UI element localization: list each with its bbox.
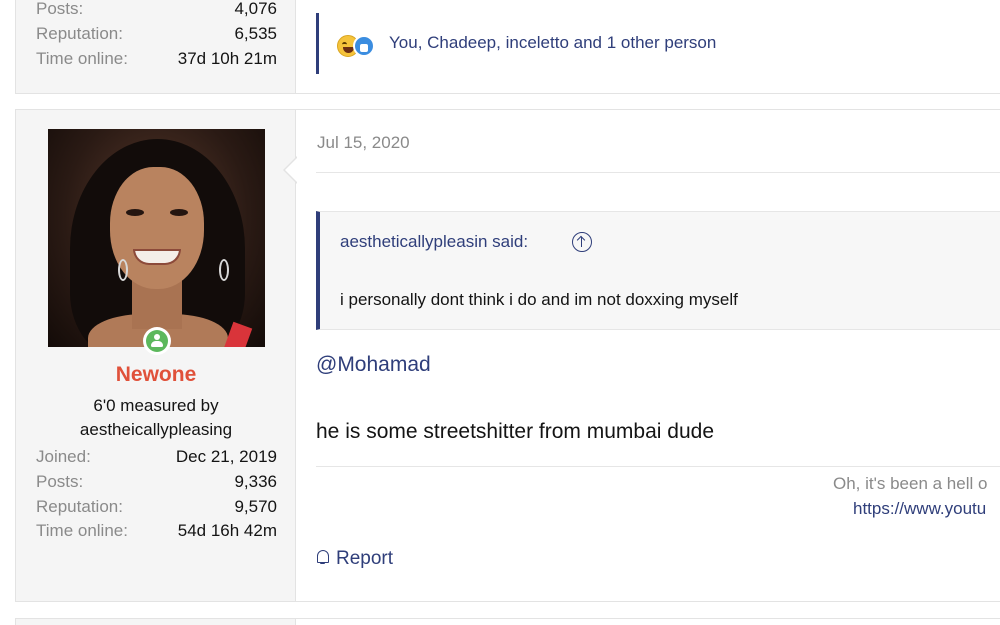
signature-link[interactable]: https://www.youtu	[853, 499, 986, 519]
avatar-earring	[219, 259, 229, 281]
user-title-line: aestheicallypleasing	[79, 420, 233, 439]
stat-value: 6,535	[234, 24, 277, 43]
stat-row-reputation: Reputation: 9,570	[36, 497, 277, 521]
username-link[interactable]: Newone	[16, 363, 296, 387]
post-pointer-fill	[285, 157, 298, 183]
report-label: Report	[336, 548, 394, 569]
stat-label: Reputation:	[36, 497, 123, 516]
stat-row-joined: Joined: Dec 21, 2019	[36, 447, 277, 471]
user-mention-link[interactable]: @Mohamad	[316, 353, 431, 377]
stat-label: Time online:	[36, 521, 128, 540]
next-post	[15, 618, 1000, 625]
quote-text: i personally dont think i do and im not …	[340, 290, 738, 309]
stat-row-time-online: Time online: 54d 16h 42m	[36, 521, 277, 545]
stat-row-time-online: Time online: 37d 10h 21m	[36, 49, 277, 73]
post-main: Jul 15, 2020 aestheticallypleasin said: …	[283, 110, 1000, 601]
user-title-line: 6'0 measured by	[93, 396, 219, 415]
previous-post-main: You, Chadeep, inceletto and 1 other pers…	[297, 0, 1000, 93]
forum-post: Newone 6'0 measured by aestheicallypleas…	[15, 109, 1000, 602]
reaction-icons[interactable]	[337, 33, 377, 57]
stat-value: 9,570	[234, 497, 277, 516]
stat-label: Time online:	[36, 49, 128, 68]
signature-divider	[316, 466, 1000, 467]
arrow-up-circle-icon[interactable]	[572, 232, 592, 252]
stat-label: Posts:	[36, 0, 84, 18]
stat-value: 54d 16h 42m	[177, 521, 277, 540]
user-online-icon	[146, 330, 168, 352]
online-status-badge	[143, 327, 171, 355]
post-header-divider	[316, 172, 1000, 173]
stat-label: Reputation:	[36, 24, 123, 43]
reaction-bar[interactable]: You, Chadeep, inceletto and 1 other pers…	[316, 13, 1000, 74]
post-body-text: he is some streetshitter from mumbai dud…	[316, 420, 714, 443]
bell-icon	[316, 549, 330, 565]
user-title: 6'0 measured by aestheicallypleasing	[16, 394, 296, 442]
quote-attribution-link[interactable]: aestheticallypleasin said:	[340, 232, 528, 252]
avatar-eye	[170, 209, 188, 216]
stat-label: Joined:	[36, 447, 91, 466]
avatar-eye	[126, 209, 144, 216]
reaction-list-link[interactable]: You, Chadeep, inceletto and 1 other pers…	[389, 33, 716, 53]
avatar-earring	[118, 259, 128, 281]
like-reaction-icon	[353, 35, 375, 57]
signature-text: Oh, it's been a hell o	[833, 474, 988, 493]
avatar[interactable]	[48, 129, 265, 347]
stat-value: 9,336	[234, 472, 277, 491]
stat-value: 4,076	[234, 0, 277, 18]
stat-value: 37d 10h 21m	[177, 49, 277, 68]
stat-label: Posts:	[36, 472, 84, 491]
stat-value: Dec 21, 2019	[175, 447, 277, 466]
stat-row-reputation: Reputation: 6,535	[36, 24, 277, 48]
stat-row-posts: Posts: 4,076	[36, 0, 277, 23]
previous-post: Posts: 4,076 Reputation: 6,535 Time onli…	[15, 0, 1000, 94]
previous-post-sidebar: Posts: 4,076 Reputation: 6,535 Time onli…	[16, 0, 296, 93]
stat-row-posts: Posts: 9,336	[36, 472, 277, 496]
report-button[interactable]: Report	[316, 548, 393, 574]
user-sidebar: Newone 6'0 measured by aestheicallypleas…	[16, 110, 296, 601]
post-date-link[interactable]: Jul 15, 2020	[317, 133, 410, 153]
next-post-sidebar	[16, 619, 296, 625]
quote-block: aestheticallypleasin said: i personally …	[316, 211, 1000, 330]
